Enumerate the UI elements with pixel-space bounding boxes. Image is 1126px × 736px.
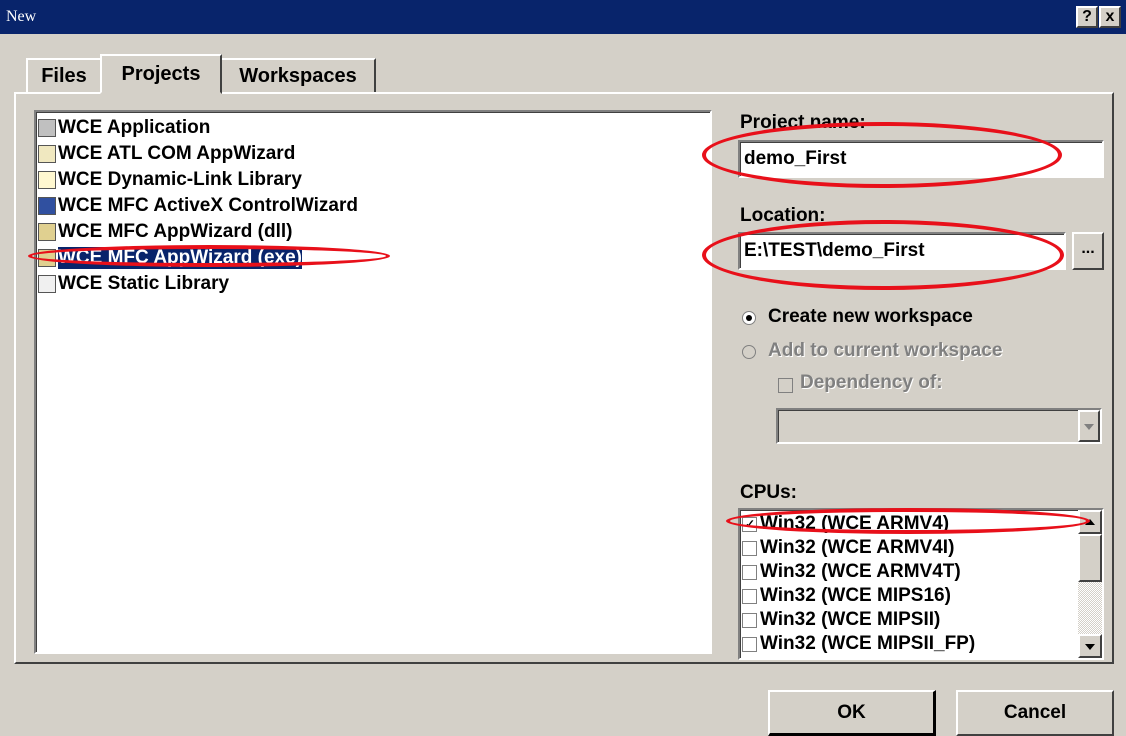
- dll-icon: [38, 171, 56, 189]
- static-lib-icon: [38, 275, 56, 293]
- project-name-value: demo_First: [744, 148, 847, 169]
- tab-workspaces[interactable]: Workspaces: [220, 58, 376, 92]
- cpu-checkbox[interactable]: [742, 540, 757, 556]
- add-to-workspace-label: Add to current workspace: [768, 340, 1003, 361]
- arrow-up-icon: [1085, 519, 1095, 525]
- scroll-up-button[interactable]: [1078, 510, 1102, 534]
- scroll-thumb[interactable]: [1078, 534, 1102, 582]
- atl-wizard-icon: [38, 145, 56, 163]
- location-input[interactable]: E:\TEST\demo_First: [738, 232, 1066, 270]
- list-item[interactable]: WCE Dynamic-Link Library: [38, 168, 302, 192]
- tab-projects[interactable]: Projects: [100, 54, 222, 94]
- mfc-wizard-icon: [38, 249, 56, 267]
- chevron-down-icon: [1084, 424, 1094, 430]
- list-item[interactable]: WCE Application: [38, 116, 210, 140]
- list-item[interactable]: WCE MFC AppWizard (dll): [38, 220, 292, 244]
- cpu-checkbox[interactable]: ✓: [742, 516, 757, 532]
- project-type-list[interactable]: WCE Application WCE ATL COM AppWizard WC…: [34, 110, 712, 654]
- activex-icon: [38, 197, 56, 215]
- cpu-checkbox[interactable]: [742, 588, 757, 604]
- cancel-button[interactable]: Cancel: [956, 690, 1114, 736]
- cpu-checkbox[interactable]: [742, 612, 757, 628]
- project-name-input[interactable]: demo_First: [738, 140, 1104, 178]
- cpu-list[interactable]: ✓ Win32 (WCE ARMV4) Win32 (WCE ARMV4I) Wi…: [738, 508, 1104, 660]
- dependency-label: Dependency of:: [800, 372, 943, 393]
- list-item[interactable]: WCE ATL COM AppWizard: [38, 142, 295, 166]
- scroll-down-button[interactable]: [1078, 634, 1102, 658]
- cpu-checkbox[interactable]: [742, 636, 757, 652]
- create-new-workspace-radio[interactable]: [742, 311, 756, 325]
- cpu-item[interactable]: ✓ Win32 (WCE ARMV4): [742, 512, 949, 536]
- app-icon: [38, 119, 56, 137]
- cpu-item[interactable]: Win32 (WCE MIPSII): [742, 608, 940, 632]
- close-button[interactable]: x: [1099, 6, 1121, 28]
- cpus-label: CPUs:: [740, 482, 798, 503]
- cpu-checkbox[interactable]: [742, 564, 757, 580]
- browse-button[interactable]: ...: [1072, 232, 1104, 270]
- location-value: E:\TEST\demo_First: [744, 240, 925, 261]
- list-item-selected[interactable]: WCE MFC AppWizard (exe): [38, 246, 303, 270]
- add-to-workspace-radio[interactable]: [742, 345, 756, 359]
- list-item[interactable]: WCE Static Library: [38, 272, 229, 296]
- dependency-checkbox[interactable]: [778, 378, 793, 393]
- cpu-item[interactable]: Win32 (WCE ARMV4T): [742, 560, 961, 584]
- cpu-item[interactable]: Win32 (WCE MIPS16): [742, 584, 951, 608]
- cpu-scrollbar[interactable]: [1078, 510, 1102, 658]
- mfc-wizard-icon: [38, 223, 56, 241]
- cpu-item[interactable]: Win32 (WCE MIPSII_FP): [742, 632, 975, 656]
- project-name-label: Project name:: [740, 112, 866, 133]
- window-title: New: [6, 8, 37, 25]
- location-label: Location:: [740, 205, 826, 226]
- title-bar[interactable]: New ? x: [0, 0, 1126, 34]
- list-item[interactable]: WCE MFC ActiveX ControlWizard: [38, 194, 358, 218]
- ok-button[interactable]: OK: [768, 690, 936, 736]
- tab-files[interactable]: Files: [26, 58, 102, 92]
- create-new-workspace-label: Create new workspace: [768, 306, 973, 327]
- cpu-item[interactable]: Win32 (WCE ARMV4I): [742, 536, 954, 560]
- dependency-select[interactable]: [776, 408, 1102, 444]
- dropdown-button[interactable]: [1078, 410, 1100, 442]
- arrow-down-icon: [1085, 644, 1095, 650]
- help-button[interactable]: ?: [1076, 6, 1098, 28]
- checkmark-icon: ✓: [745, 516, 756, 531]
